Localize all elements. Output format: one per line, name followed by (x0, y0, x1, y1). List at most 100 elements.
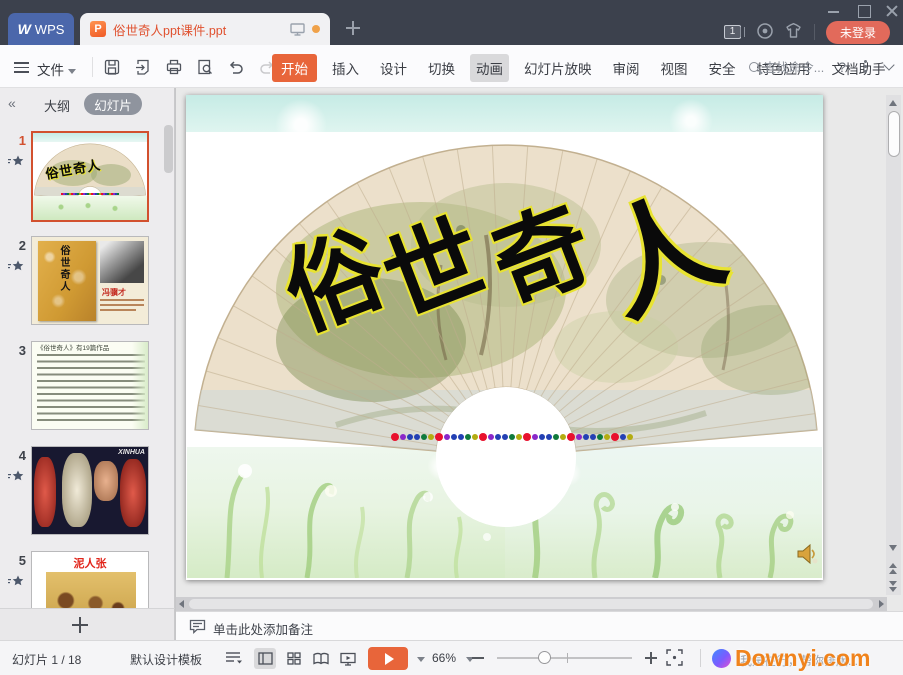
wps-menu-button[interactable]: W WPS (8, 13, 74, 45)
slide-canvas[interactable]: 俗 世 奇 人 (186, 95, 823, 580)
tab-insert[interactable]: 插入 (326, 54, 365, 82)
normal-view-button[interactable] (254, 648, 276, 669)
tab-security[interactable]: 安全 (703, 54, 742, 82)
slideshow-view-button[interactable] (337, 648, 359, 669)
fit-slide-button[interactable] (666, 649, 683, 669)
present-monitor-icon[interactable] (290, 23, 305, 36)
thumb-text-lines (37, 354, 145, 422)
slide-number: 4 (4, 448, 26, 463)
tab-transition[interactable]: 切换 (422, 54, 461, 82)
tab-slides[interactable]: 幻灯片 (84, 93, 142, 115)
skin-shirt-icon[interactable] (784, 22, 804, 42)
docer-circle-icon[interactable] (756, 22, 776, 42)
notes-placeholder[interactable]: 单击此处添加备注 (213, 619, 313, 638)
ribbon-right-tools: 查找命令... ? (749, 57, 893, 76)
color-dot (444, 434, 450, 440)
tab-design[interactable]: 设计 (374, 54, 413, 82)
reading-view-button[interactable] (310, 648, 332, 669)
tab-animation[interactable]: 动画 (470, 54, 509, 82)
fan-painting-image[interactable] (186, 95, 823, 580)
collapse-ribbon-icon[interactable] (883, 59, 894, 70)
wps-logo-icon: W (18, 21, 30, 37)
help-button[interactable]: ? (838, 59, 846, 75)
thumb-slide-title: 泥人张 (32, 555, 148, 571)
file-menu-caret-icon (68, 69, 76, 74)
panel-collapse-icon[interactable]: « (8, 95, 16, 111)
thumb-portrait-photo (100, 241, 144, 283)
tab-outline[interactable]: 大纲 (44, 96, 70, 115)
slide-number: 5 (4, 553, 26, 568)
print-button[interactable] (164, 57, 184, 77)
slide-row-3: 3 《俗世奇人》有19篇作品 (0, 341, 160, 432)
color-dot (604, 434, 610, 440)
window-list-badge[interactable]: 1 (724, 25, 741, 39)
color-dot (576, 434, 582, 440)
window-close-button[interactable] (884, 4, 900, 18)
new-tab-button[interactable] (346, 21, 360, 35)
audio-speaker-icon[interactable] (794, 541, 820, 572)
scroll-left-icon[interactable] (179, 600, 184, 608)
statusbar-divider (700, 649, 701, 667)
layout-assistant-icon[interactable] (712, 649, 731, 668)
previous-slide-icon[interactable] (889, 563, 897, 575)
hamburger-menu-icon[interactable] (14, 62, 29, 73)
color-dot (421, 434, 427, 440)
tab-home[interactable]: 开始 (272, 54, 317, 82)
add-slide-button[interactable] (0, 608, 175, 640)
slide-sorter-view-button[interactable] (283, 648, 305, 669)
notes-toggle-icon[interactable] (225, 651, 243, 668)
zoom-slider-track[interactable] (497, 657, 632, 659)
file-menu[interactable]: 文件 (37, 59, 76, 79)
play-options-caret-icon[interactable] (417, 657, 425, 662)
thumb-text-line (100, 299, 144, 301)
animation-star-icon (8, 155, 24, 173)
color-dot (407, 434, 413, 440)
zoom-out-button[interactable] (472, 650, 484, 666)
quick-access-toolbar (102, 57, 300, 77)
zoom-slider-knob[interactable] (538, 651, 551, 664)
scroll-down-icon[interactable] (889, 545, 897, 551)
export-button[interactable] (133, 57, 153, 77)
zoom-in-button[interactable] (645, 650, 657, 666)
ppt-file-icon: P (90, 21, 106, 37)
color-dot (597, 434, 603, 440)
thumbnail-scrollbar[interactable] (164, 125, 173, 173)
color-dot (391, 433, 399, 441)
tab-review[interactable]: 审阅 (607, 54, 646, 82)
horizontal-scrollbar[interactable] (176, 597, 887, 611)
color-dot (428, 434, 434, 440)
window-maximize-button[interactable] (856, 4, 872, 18)
template-name[interactable]: 默认设计模板 (130, 651, 202, 668)
status-bar: 幻灯片 1 / 18 默认设计模板 66% 我是在行，帮你排版... Downy… (0, 640, 903, 675)
scroll-up-icon[interactable] (889, 100, 897, 106)
slide-thumbnail-1[interactable]: 俗世奇人 (31, 131, 149, 222)
vertical-scroll-thumb[interactable] (888, 111, 900, 157)
login-button[interactable]: 未登录 (826, 21, 890, 44)
notes-bar[interactable]: 单击此处添加备注 (176, 611, 903, 640)
animation-star-icon (8, 470, 24, 488)
tab-view[interactable]: 视图 (655, 54, 694, 82)
horizontal-scroll-thumb[interactable] (189, 599, 873, 609)
find-command-search[interactable]: 查找命令... (749, 57, 824, 76)
tab-slideshow[interactable]: 幻灯片放映 (518, 54, 598, 82)
scroll-right-icon[interactable] (879, 600, 884, 608)
color-dot (414, 434, 420, 440)
next-slide-icon[interactable] (889, 581, 897, 593)
zoom-level[interactable]: 66% (432, 651, 456, 665)
thumb-figurine (94, 461, 118, 501)
vertical-scrollbar[interactable] (886, 95, 901, 595)
save-button[interactable] (102, 57, 122, 77)
thumb-figurine (62, 453, 92, 527)
thumb-photo-watermark: XINHUA (118, 449, 145, 456)
undo-button[interactable] (226, 57, 246, 77)
slide-thumbnail-5[interactable]: 泥人张 (31, 551, 149, 608)
window-minimize-button[interactable] (826, 4, 842, 18)
more-options-icon[interactable] (864, 65, 867, 68)
slide-thumbnail-2[interactable]: 俗世奇人 冯骥才 (31, 236, 149, 325)
slide-thumbnail-4[interactable]: XINHUA (31, 446, 149, 535)
document-tab[interactable]: P 俗世奇人ppt课件.ppt (80, 13, 330, 45)
play-slideshow-button[interactable] (368, 647, 408, 670)
thumb-figurine (120, 459, 146, 527)
slide-thumbnail-3[interactable]: 《俗世奇人》有19篇作品 (31, 341, 149, 430)
print-preview-button[interactable] (195, 57, 215, 77)
